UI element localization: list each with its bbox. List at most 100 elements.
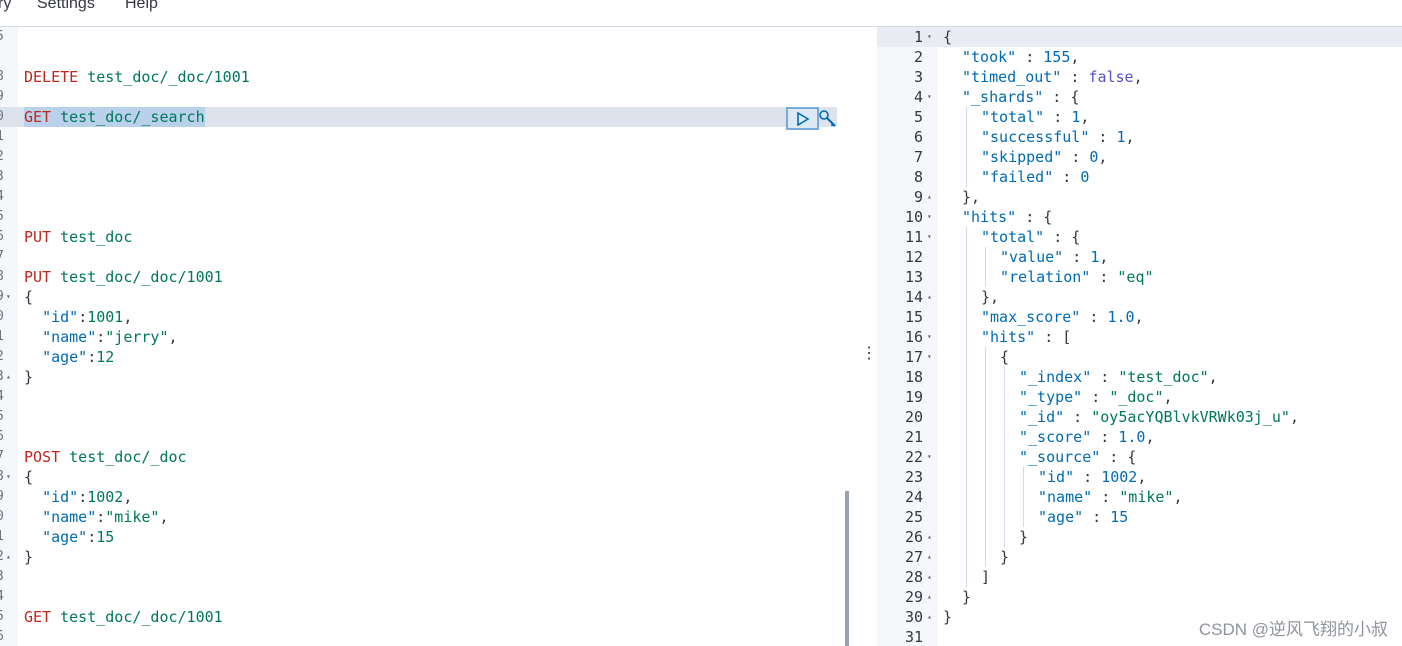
request-line-put-index[interactable]: PUT test_doc	[0, 227, 858, 247]
response-line: 1 ▾ {	[877, 27, 1402, 47]
response-code: "failed" : 0	[981, 168, 1090, 186]
request-body-line[interactable]: "id":1001,	[0, 307, 858, 327]
fold-arrow-icon[interactable]: ▾	[6, 287, 11, 307]
fold-arrow-icon[interactable]: ▾	[927, 327, 932, 347]
request-body-line[interactable]: ▴ }	[0, 547, 858, 567]
request-body-line[interactable]: ▴ }	[0, 367, 858, 387]
line-number: 2	[0, 547, 6, 567]
line-number: 2	[0, 347, 6, 367]
line-number: 8	[0, 467, 6, 487]
unfold-arrow-icon[interactable]: ▴	[927, 587, 932, 607]
line-number: 10	[904, 208, 923, 226]
line-number: 30	[904, 608, 923, 626]
response-code: "hits" : {	[962, 208, 1053, 226]
fold-arrow-icon[interactable]: ▾	[927, 207, 932, 227]
response-code: "_id" : "oy5acYQBlvkVRWk03j_u",	[1019, 408, 1299, 426]
line-number: 24	[904, 488, 923, 506]
response-code: "id" : 1002,	[1038, 468, 1147, 486]
response-line: 9 ▴},	[877, 187, 1402, 207]
request-body-line[interactable]: "age":12	[0, 347, 858, 367]
response-line: 11 ▾ "total" : {	[877, 227, 1402, 247]
response-viewer[interactable]: 1 ▾{2 "took" : 155, 3 "timed_out" : false, 4 ▾…	[877, 27, 1402, 646]
request-body-line[interactable]: "id":1002,	[0, 487, 858, 507]
response-line: 23 "id" : 1002,	[877, 467, 1402, 487]
request-line-put-doc[interactable]: PUT test_doc/_doc/1001	[0, 267, 858, 287]
editor-scrollbar[interactable]	[845, 491, 849, 646]
indent-guide	[985, 467, 986, 487]
run-request-button[interactable]	[786, 107, 819, 130]
indent-guide	[1004, 467, 1005, 487]
response-line: 20 "_id" : "oy5acYQBlvkVRWk03j_u",	[877, 407, 1402, 427]
request-body-line[interactable]: "name":"jerry",	[0, 327, 858, 347]
line-number: 29	[904, 588, 923, 606]
menu-settings[interactable]: Settings	[37, 0, 95, 13]
unfold-arrow-icon[interactable]: ▴	[927, 547, 932, 567]
response-code: "_index" : "test_doc",	[1019, 368, 1218, 386]
line-number: 5	[0, 27, 6, 47]
indent-guide	[966, 327, 967, 347]
request-line-get-doc[interactable]: GET test_doc/_doc/1001	[0, 607, 858, 627]
pane-resize-handle[interactable]: ⋮	[861, 344, 877, 364]
unfold-arrow-icon[interactable]: ▴	[927, 287, 932, 307]
unfold-arrow-icon[interactable]: ▴	[927, 527, 932, 547]
response-code: "_score" : 1.0,	[1019, 428, 1155, 446]
indent-guide	[1004, 427, 1005, 447]
response-code: "total" : 1,	[981, 108, 1090, 126]
menu-help[interactable]: Help	[125, 0, 158, 13]
request-body-line[interactable]: "name":"mike",	[0, 507, 858, 527]
fold-arrow-icon[interactable]: ▾	[927, 27, 932, 47]
response-line: 7 "skipped" : 0,	[877, 147, 1402, 167]
response-line: 27 ▴}	[877, 547, 1402, 567]
request-line-search-active[interactable]: GET test_doc/_search	[0, 107, 837, 127]
indent-guide	[966, 407, 967, 427]
response-line: 4 ▾ "_shards" : {	[877, 87, 1402, 107]
response-line: 15 "max_score" : 1.0,	[877, 307, 1402, 327]
request-editor[interactable]: DELETE test_doc/_doc/1001 GET test_doc/_…	[0, 27, 858, 646]
response-line: 26 ▴}	[877, 527, 1402, 547]
response-code: "relation" : "eq"	[1000, 268, 1154, 286]
response-code: "_source" : {	[1019, 448, 1137, 466]
unfold-arrow-icon[interactable]: ▴	[927, 567, 932, 587]
request-body-line[interactable]: ▾ {	[0, 287, 858, 307]
menu-bar: ry Settings Help	[0, 0, 1402, 27]
line-number: 27	[904, 548, 923, 566]
unfold-arrow-icon[interactable]: ▴	[927, 187, 932, 207]
fold-arrow-icon[interactable]: ▴	[6, 367, 11, 387]
response-line: 28 ▴]	[877, 567, 1402, 587]
line-number: 2	[0, 147, 6, 167]
response-line: 6 "successful" : 1,	[877, 127, 1402, 147]
fold-arrow-icon[interactable]: ▾	[927, 347, 932, 367]
indent-guide	[1023, 467, 1024, 487]
request-path: test_doc/_doc/1001	[87, 68, 250, 86]
request-body-line[interactable]: "age":15	[0, 527, 858, 547]
request-body-line[interactable]: ▾ {	[0, 467, 858, 487]
indent-guide	[966, 547, 967, 567]
indent-guide	[966, 367, 967, 387]
request-line-post-doc[interactable]: POST test_doc/_doc	[0, 447, 858, 467]
menu-history[interactable]: ry	[0, 0, 11, 13]
fold-arrow-icon[interactable]: ▾	[927, 87, 932, 107]
indent-guide	[966, 307, 967, 327]
request-line-delete[interactable]: DELETE test_doc/_doc/1001	[0, 67, 858, 87]
indent-guide	[985, 507, 986, 527]
response-line: 17 ▾ {	[877, 347, 1402, 367]
indent-guide	[985, 427, 986, 447]
line-number: 31	[904, 628, 923, 646]
fold-arrow-icon[interactable]: ▴	[6, 547, 11, 567]
indent-guide	[985, 267, 986, 287]
unfold-arrow-icon[interactable]: ▴	[927, 607, 932, 627]
indent-guide	[966, 107, 967, 127]
line-number: 9	[0, 487, 6, 507]
indent-guide	[985, 527, 986, 547]
indent-guide	[966, 147, 967, 167]
fold-arrow-icon[interactable]: ▾	[927, 447, 932, 467]
response-line: 8 "failed" : 0	[877, 167, 1402, 187]
indent-guide	[966, 447, 967, 467]
line-number: 0	[0, 107, 6, 127]
response-code: }	[1000, 548, 1010, 566]
indent-guide	[966, 287, 967, 307]
wrench-icon[interactable]	[818, 109, 838, 129]
response-line: 5 "total" : 1,	[877, 107, 1402, 127]
fold-arrow-icon[interactable]: ▾	[927, 227, 932, 247]
fold-arrow-icon[interactable]: ▾	[6, 467, 11, 487]
